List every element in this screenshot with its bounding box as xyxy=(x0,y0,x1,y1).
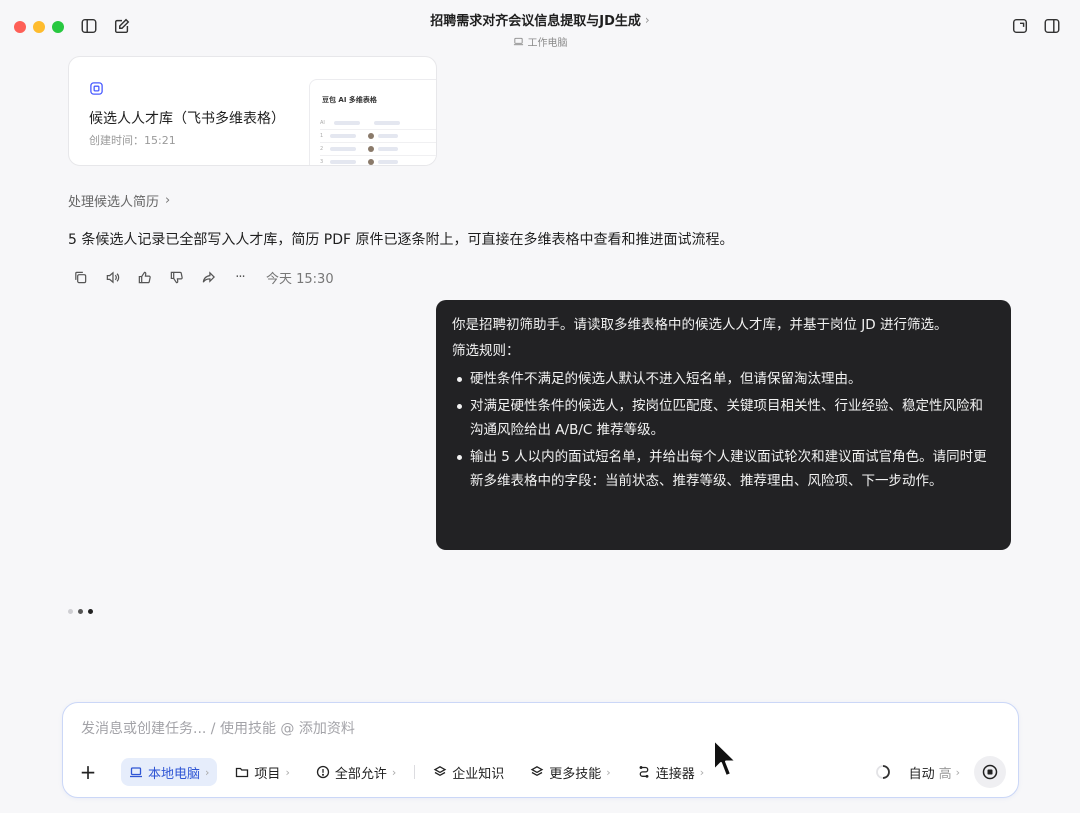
rules-list: 硬性条件不满足的候选人默认不进入短名单，但请保留淘汰理由。 对满足硬性条件的候选… xyxy=(452,367,995,493)
enterprise-knowledge-chip[interactable]: 企业知识 xyxy=(425,758,512,786)
typing-indicator xyxy=(68,609,93,614)
project-chip[interactable]: 项目 › xyxy=(227,758,297,786)
chevron-right-icon: › xyxy=(165,193,171,208)
rules-label: 筛选规则： xyxy=(452,343,520,359)
loading-spinner-icon xyxy=(875,765,890,779)
more-skills-chip[interactable]: 更多技能 › xyxy=(522,758,618,786)
title-area: 招聘需求对齐会议信息提取与JD生成 › 工作电脑 xyxy=(0,10,1080,51)
title-bar: 招聘需求对齐会议信息提取与JD生成 › 工作电脑 xyxy=(0,0,1080,54)
thumbs-up-icon[interactable] xyxy=(136,270,152,286)
share-window-icon[interactable] xyxy=(1011,17,1031,37)
chevron-right-icon: › xyxy=(205,765,210,779)
right-panel-toggle-icon[interactable] xyxy=(1043,17,1063,37)
chevron-right-icon: › xyxy=(391,765,397,779)
bitable-icon xyxy=(89,81,104,96)
list-item: 硬性条件不满足的候选人默认不进入短名单，但请保留淘汰理由。 xyxy=(452,367,995,391)
speaker-icon[interactable] xyxy=(104,270,120,286)
layers-icon xyxy=(530,766,544,777)
user-message-intro: 你是招聘初筛助手。请读取多维表格中的候选人人才库，并基于岗位 JD 进行筛选。 xyxy=(452,317,948,333)
alert-circle-icon xyxy=(316,765,329,779)
stop-generation-button[interactable] xyxy=(974,756,1006,788)
connector-chip[interactable]: 连接器 › xyxy=(629,758,712,786)
composer-toolbar: + 本地电脑 › 项目 › 全部允许 › 企业知识 更多技能 › 连接器 › 自… xyxy=(75,756,1006,788)
device-label: 工作电脑 xyxy=(513,34,568,49)
preview-bar xyxy=(378,134,398,138)
stop-icon xyxy=(982,764,998,780)
message-composer: + 本地电脑 › 项目 › 全部允许 › 企业知识 xyxy=(62,702,1019,798)
preview-bar xyxy=(378,160,398,164)
laptop-icon xyxy=(130,767,142,778)
share-icon[interactable] xyxy=(200,270,216,286)
connector-icon xyxy=(639,766,649,778)
preview-header-cell: AI xyxy=(320,119,325,126)
mode-selector[interactable]: 自动 高 › xyxy=(909,763,960,782)
chevron-right-icon: › xyxy=(285,765,290,779)
typing-dot xyxy=(78,609,83,614)
composer-right-tools: 自动 高 › xyxy=(875,756,1006,788)
assistant-message: 5 条候选人记录已全部写入人才库，简历 PDF 原件已逐条附上，可直接在多维表格… xyxy=(68,232,734,248)
layers-icon xyxy=(433,766,447,777)
chevron-right-icon: › xyxy=(955,765,960,779)
preview-bar xyxy=(330,160,356,164)
preview-row: AI xyxy=(320,116,436,129)
typing-dot xyxy=(88,609,93,614)
avatar xyxy=(368,159,374,165)
message-timestamp: 今天 15:30 xyxy=(266,272,334,287)
list-item: 对满足硬性条件的候选人，按岗位匹配度、关键项目相关性、行业经验、稳定性风险和沟通… xyxy=(452,394,995,442)
message-actions: ··· 今天 15:30 xyxy=(72,268,334,287)
typing-dot xyxy=(68,609,73,614)
app-window: 招聘需求对齐会议信息提取与JD生成 › 工作电脑 候选人人才库（飞书多维表格） … xyxy=(0,0,1080,813)
thumbs-down-icon[interactable] xyxy=(168,270,184,286)
message-input[interactable] xyxy=(81,717,981,741)
preview-title: 豆包 AI 多维表格 xyxy=(322,96,377,104)
bitable-card[interactable]: 候选人人才库（飞书多维表格） 创建时间：15:21 豆包 AI 多维表格 AI … xyxy=(68,56,437,166)
preview-row: 3 xyxy=(320,155,436,165)
preview-row: 2 xyxy=(320,142,436,155)
mouse-cursor-icon xyxy=(713,739,737,777)
chevron-right-icon: › xyxy=(606,765,611,779)
preview-bar xyxy=(334,120,360,125)
avatar xyxy=(368,133,374,139)
process-resume-link[interactable]: 处理候选人简历 › xyxy=(68,191,170,210)
toolbar-divider xyxy=(414,765,416,779)
preview-bar xyxy=(378,147,398,151)
folder-icon xyxy=(236,767,249,778)
window-title[interactable]: 招聘需求对齐会议信息提取与JD生成 › xyxy=(430,10,650,30)
preview-bar xyxy=(374,120,400,125)
copy-icon[interactable] xyxy=(72,270,88,286)
card-created-time: 创建时间：15:21 xyxy=(89,134,176,147)
more-options-icon[interactable]: ··· xyxy=(232,270,248,286)
add-attachment-button[interactable]: + xyxy=(75,759,101,785)
avatar xyxy=(368,146,374,152)
chevron-right-icon: › xyxy=(699,765,705,779)
title-chevron-icon: › xyxy=(644,12,650,27)
preview-bar xyxy=(330,134,356,138)
preview-grid: AI 1 2 3 xyxy=(320,116,436,165)
user-message-bubble: 你是招聘初筛助手。请读取多维表格中的候选人人才库，并基于岗位 JD 进行筛选。 … xyxy=(436,300,1011,550)
laptop-icon xyxy=(513,37,523,46)
card-title: 候选人人才库（飞书多维表格） xyxy=(89,111,285,127)
preview-row: 1 xyxy=(320,129,436,142)
list-item: 输出 5 人以内的面试短名单，并给出每个人建议面试轮次和建议面试官角色。请同时更… xyxy=(452,445,995,493)
preview-bar xyxy=(330,147,356,151)
card-preview-thumbnail: 豆包 AI 多维表格 AI 1 2 3 xyxy=(309,79,436,165)
local-computer-chip[interactable]: 本地电脑 › xyxy=(121,758,218,786)
permission-chip[interactable]: 全部允许 › xyxy=(308,758,404,786)
